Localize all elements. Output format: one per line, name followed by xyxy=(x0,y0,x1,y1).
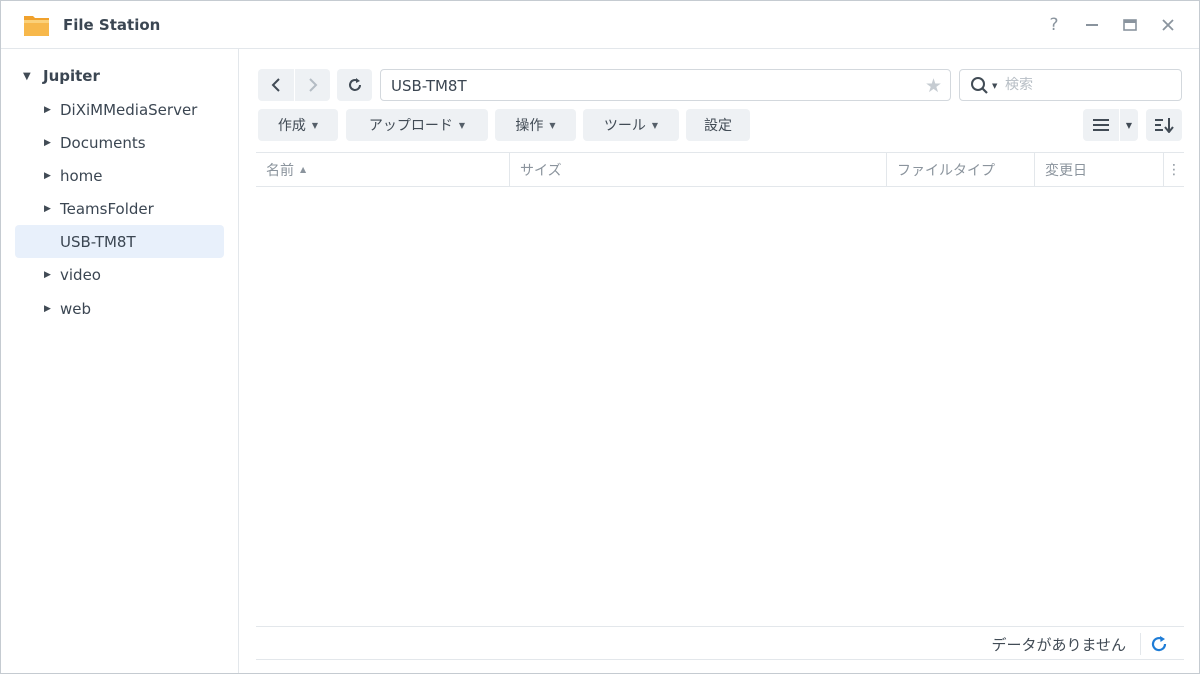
tree-item-label: TeamsFolder xyxy=(60,199,154,218)
view-mode-dropdown[interactable]: ▼ xyxy=(1120,109,1138,141)
tree-item-diximmediaserver[interactable]: ▶ DiXiMMediaServer xyxy=(15,93,224,126)
title-bar: File Station ? xyxy=(1,1,1199,49)
column-header-modified[interactable]: 変更日 xyxy=(1035,153,1164,186)
path-bar[interactable]: USB-TM8T ★ xyxy=(380,69,951,101)
tree-item-label: USB-TM8T xyxy=(60,232,136,251)
column-label: 名前 xyxy=(266,162,294,179)
tree-item-label: home xyxy=(60,166,103,185)
sort-ascending-icon: ▲ xyxy=(300,165,307,174)
tree-item-label: video xyxy=(60,265,101,284)
tree-root-jupiter[interactable]: ▼ Jupiter xyxy=(23,65,100,87)
status-divider xyxy=(1140,633,1141,655)
chevron-left-icon xyxy=(271,78,280,92)
tree-item-teamsfolder[interactable]: ▶ TeamsFolder xyxy=(15,192,224,225)
caret-down-icon: ▼ xyxy=(458,120,466,130)
tree-root-label: Jupiter xyxy=(43,67,100,85)
column-header-size[interactable]: サイズ xyxy=(510,153,887,186)
file-station-window: File Station ? ▼ Jupiter ▶ DiXiMMediaSer… xyxy=(0,0,1200,674)
list-view-button[interactable] xyxy=(1083,109,1119,141)
refresh-icon xyxy=(348,78,361,91)
search-dropdown-icon[interactable]: ▼ xyxy=(992,82,997,90)
status-bar: データがありません xyxy=(256,626,1184,660)
caret-down-icon: ▼ xyxy=(651,120,659,130)
main-panel: USB-TM8T ★ ▼ 作成 ▼ アップロード ▼ 操作 ▼ ツール ▼ 設定 ▼ xyxy=(240,49,1199,673)
star-icon[interactable]: ★ xyxy=(925,75,942,97)
column-label: ファイルタイプ xyxy=(897,162,995,179)
caret-down-icon: ▼ xyxy=(549,120,556,130)
folder-app-icon xyxy=(24,16,49,36)
column-header-type[interactable]: ファイルタイプ xyxy=(887,153,1035,186)
caret-down-icon: ▼ xyxy=(1125,120,1133,130)
tree-item-usb-tm8t[interactable]: USB-TM8T xyxy=(15,225,224,258)
close-icon[interactable] xyxy=(1156,13,1180,37)
tree-item-documents[interactable]: ▶ Documents xyxy=(15,126,224,159)
search-icon[interactable] xyxy=(970,76,990,96)
tools-button[interactable]: ツール ▼ xyxy=(583,109,679,141)
action-button[interactable]: 操作 ▼ xyxy=(495,109,576,141)
help-icon[interactable]: ? xyxy=(1042,13,1066,37)
create-label: 作成 xyxy=(277,118,306,134)
tools-label: ツール xyxy=(603,118,646,134)
tree-item-video[interactable]: ▶ video xyxy=(15,258,224,291)
caret-down-icon: ▼ xyxy=(311,120,319,130)
caret-right-icon[interactable]: ▶ xyxy=(44,204,51,214)
tree-item-web[interactable]: ▶ web xyxy=(15,292,224,325)
caret-right-icon[interactable]: ▶ xyxy=(44,171,51,181)
minimize-icon[interactable] xyxy=(1080,13,1104,37)
caret-right-icon[interactable]: ▶ xyxy=(44,270,51,280)
back-button[interactable] xyxy=(258,69,294,101)
folder-tree: ▼ Jupiter ▶ DiXiMMediaServer ▶ Documents… xyxy=(1,49,239,673)
chevron-right-icon xyxy=(308,78,317,92)
maximize-icon[interactable] xyxy=(1118,13,1142,37)
sort-button[interactable] xyxy=(1146,109,1182,141)
status-text: データがありません xyxy=(991,636,1126,654)
sort-icon xyxy=(1155,118,1174,133)
tree-item-label: Documents xyxy=(60,133,146,152)
column-label: サイズ xyxy=(520,162,562,179)
search-input[interactable] xyxy=(1005,75,1175,95)
create-button[interactable]: 作成 ▼ xyxy=(258,109,338,141)
column-label: 変更日 xyxy=(1045,162,1087,179)
path-text: USB-TM8T xyxy=(391,77,467,95)
upload-button[interactable]: アップロード ▼ xyxy=(346,109,488,141)
caret-right-icon[interactable]: ▶ xyxy=(44,105,51,115)
caret-right-icon[interactable]: ▶ xyxy=(44,304,51,314)
column-header-name[interactable]: 名前 ▲ xyxy=(256,153,510,186)
tree-item-label: DiXiMMediaServer xyxy=(60,100,198,119)
refresh-button[interactable] xyxy=(337,69,372,101)
forward-button[interactable] xyxy=(295,69,330,101)
column-menu-icon[interactable]: ⋮ xyxy=(1164,153,1184,186)
file-list-header: 名前 ▲ サイズ ファイルタイプ 変更日 ⋮ xyxy=(256,152,1184,187)
settings-label: 設定 xyxy=(704,118,732,134)
settings-button[interactable]: 設定 xyxy=(686,109,750,141)
tree-item-home[interactable]: ▶ home xyxy=(15,159,224,192)
search-box[interactable]: ▼ xyxy=(959,69,1182,101)
caret-down-icon[interactable]: ▼ xyxy=(23,71,37,82)
app-title: File Station xyxy=(63,16,161,34)
refresh-icon[interactable] xyxy=(1148,633,1170,655)
tree-item-label: web xyxy=(60,299,92,318)
upload-label: アップロード xyxy=(368,118,453,134)
list-view-icon xyxy=(1093,119,1109,131)
action-label: 操作 xyxy=(515,118,544,134)
caret-right-icon[interactable]: ▶ xyxy=(44,138,51,148)
